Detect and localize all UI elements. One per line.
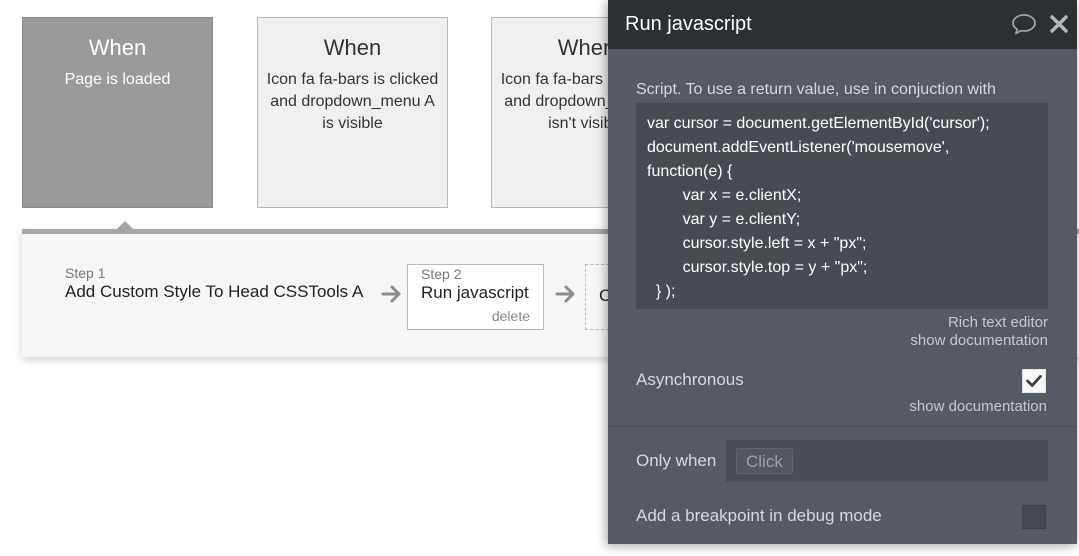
arrow-right-icon xyxy=(555,285,575,303)
script-editor[interactable]: var cursor = document.getElementById('cu… xyxy=(636,103,1048,309)
comment-icon[interactable] xyxy=(1011,12,1037,36)
code-line: cursor.style.top = y + "px"; xyxy=(647,259,868,276)
arrow-right-icon xyxy=(381,285,401,303)
code-line: document.addEventListener('mousemove', xyxy=(647,139,950,156)
code-line: cursor.style.left = x + "px"; xyxy=(647,235,867,252)
close-icon[interactable] xyxy=(1048,13,1070,35)
breakpoint-label: Add a breakpoint in debug mode xyxy=(636,506,882,525)
breakpoint-checkbox[interactable] xyxy=(1022,505,1046,529)
asynchronous-label: Asynchronous xyxy=(636,370,744,389)
event-description: Icon fa fa-bars is clicked and dropdown_… xyxy=(266,71,439,132)
step-number: Step 1 xyxy=(65,265,106,281)
step-delete-link[interactable]: delete xyxy=(421,308,530,324)
event-description: Page is loaded xyxy=(64,71,171,88)
only-when-input[interactable]: Click xyxy=(726,440,1048,482)
event-title: When xyxy=(323,35,382,60)
event-title: When xyxy=(88,35,147,60)
code-line: } ); xyxy=(647,283,676,300)
script-label: Script. To use a return value, use in co… xyxy=(636,81,996,98)
code-line: var x = e.clientX; xyxy=(647,187,802,204)
rich-text-editor-link[interactable]: Rich text editor xyxy=(948,314,1048,332)
step-number: Step 2 xyxy=(421,266,462,282)
show-documentation-link[interactable]: show documentation xyxy=(910,332,1048,350)
panel-header: Run javascript xyxy=(608,0,1077,49)
step-name: Add Custom Style To Head CSSTools A xyxy=(65,282,364,301)
code-line: var y = e.clientY; xyxy=(647,211,801,228)
event-card-page-loaded[interactable]: When Page is loaded xyxy=(22,17,213,208)
show-documentation-link[interactable]: show documentation xyxy=(909,398,1047,416)
panel-title: Run javascript xyxy=(625,13,752,35)
condition-chip[interactable]: Click xyxy=(736,448,793,474)
step-1[interactable]: Step 1 Add Custom Style To Head CSSTools… xyxy=(65,265,363,303)
asynchronous-checkbox[interactable] xyxy=(1022,369,1046,393)
code-line: function(e) { xyxy=(647,163,733,180)
section-divider xyxy=(608,426,1077,427)
event-card-menu-visible[interactable]: When Icon fa fa-bars is clicked and drop… xyxy=(257,17,448,208)
step-name: Run javascript xyxy=(421,283,529,302)
run-javascript-panel: Run javascript Script. To use a return v… xyxy=(608,0,1077,544)
only-when-label: Only when xyxy=(636,451,717,470)
step-2[interactable]: Step 2 Run javascript delete xyxy=(407,264,544,330)
checkmark-icon xyxy=(1026,375,1042,387)
code-line: var cursor = document.getElementById('cu… xyxy=(647,115,990,132)
